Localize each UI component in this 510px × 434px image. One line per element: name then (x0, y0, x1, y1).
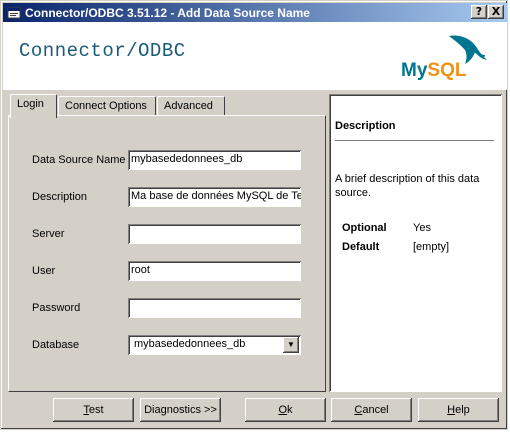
database-label: Database (32, 339, 80, 351)
window-title: Connector/ODBC 3.51.12 - Add Data Source… (25, 5, 310, 20)
ok-button[interactable]: Ok (245, 398, 326, 422)
optional-label: Optional (342, 222, 387, 234)
server-label: Server (32, 228, 65, 240)
dialog-window: Connector/ODBC 3.51.12 - Add Data Source… (0, 0, 508, 430)
test-label: est (88, 404, 104, 416)
close-button[interactable]: X (488, 5, 504, 19)
user-label: User (32, 265, 56, 277)
help-label: elp (455, 404, 470, 416)
password-input[interactable] (128, 298, 301, 318)
cancel-label: ancel (362, 404, 389, 416)
help-title-button[interactable]: ? (471, 5, 487, 19)
help-accel: H (447, 404, 456, 416)
user-input[interactable]: root (128, 261, 301, 281)
divider (335, 140, 494, 141)
server-input[interactable] (128, 224, 301, 244)
banner-title: Connector/ODBC (19, 40, 186, 62)
ok-accel: O (278, 404, 288, 416)
ok-label: k (287, 404, 293, 416)
tab-label: Login (17, 98, 44, 110)
tab-connect-options[interactable]: Connect Options (58, 96, 156, 117)
dropdown-arrow-icon[interactable]: ▼ (283, 337, 299, 353)
tab-control: Login Connect Options Advanced Data Sour… (8, 94, 326, 392)
tab-label: Connect Options (65, 100, 147, 112)
dsn-input[interactable]: mybasededonnees_db (128, 150, 301, 170)
app-icon (6, 5, 22, 21)
database-select[interactable]: mybasededonnees_db ▼ (128, 335, 301, 355)
default-value: [empty] (413, 241, 450, 253)
help-button[interactable]: Help (418, 398, 499, 422)
description-heading: Description (335, 120, 396, 132)
dsn-label: Data Source Name (32, 154, 126, 166)
description-input[interactable]: Ma base de données MySQL de Te (128, 187, 301, 207)
tab-login[interactable]: Login (10, 94, 57, 118)
description-text: A brief description of this data source. (335, 173, 480, 199)
tab-advanced[interactable]: Advanced (157, 96, 225, 117)
password-label: Password (32, 302, 81, 314)
database-selected-value: mybasededonnees_db (134, 338, 246, 350)
title-bar[interactable]: Connector/ODBC 3.51.12 - Add Data Source… (3, 3, 507, 22)
description-label: Description (32, 191, 88, 203)
header-banner: Connector/ODBC MySQL (3, 22, 507, 90)
logo-sql-text: SQL (427, 60, 467, 81)
mysql-logo: MySQL (401, 32, 493, 86)
test-button[interactable]: Test (53, 398, 134, 422)
logo-my-text: My (401, 60, 428, 81)
login-panel: Data Source Name mybasededonnees_db Desc… (8, 115, 326, 392)
optional-value: Yes (413, 222, 431, 234)
tab-label: Advanced (164, 100, 213, 112)
diagnostics-button[interactable]: Diagnostics >> (140, 398, 221, 422)
default-label: Default (342, 241, 380, 253)
description-pane: Description A brief description of this … (329, 94, 502, 392)
cancel-button[interactable]: Cancel (331, 398, 412, 422)
diagnostics-label: Diagnostics >> (144, 404, 217, 416)
